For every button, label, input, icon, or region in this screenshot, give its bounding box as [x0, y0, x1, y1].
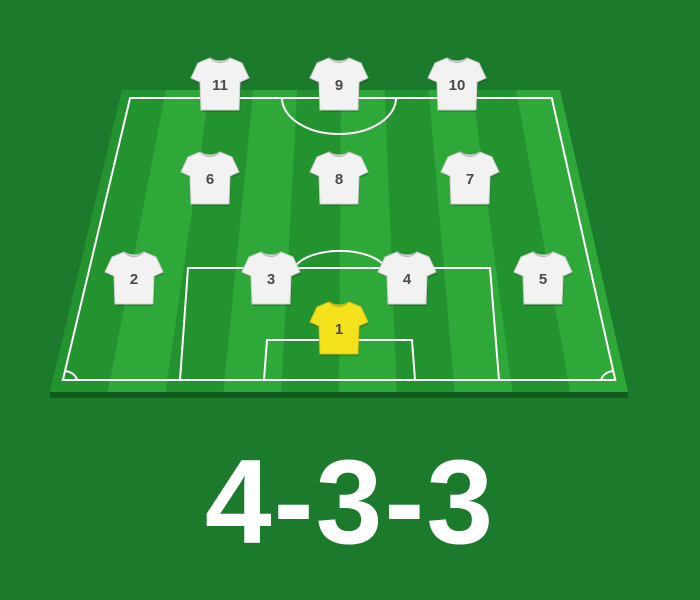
pitch-edge: [50, 392, 628, 398]
jersey-number: 10: [449, 77, 466, 94]
jersey-number: 9: [335, 77, 343, 94]
jersey-number: 1: [335, 321, 343, 338]
jersey-number: 3: [267, 271, 275, 288]
jersey-number: 11: [212, 77, 228, 94]
jersey-number: 8: [335, 171, 343, 188]
jersey-number: 5: [539, 271, 547, 288]
jersey-number: 4: [403, 271, 412, 288]
jersey-number: 7: [466, 171, 474, 188]
jersey-number: 2: [130, 271, 138, 288]
formation-label: 4-3-3: [204, 435, 496, 569]
jersey-number: 6: [206, 171, 214, 188]
